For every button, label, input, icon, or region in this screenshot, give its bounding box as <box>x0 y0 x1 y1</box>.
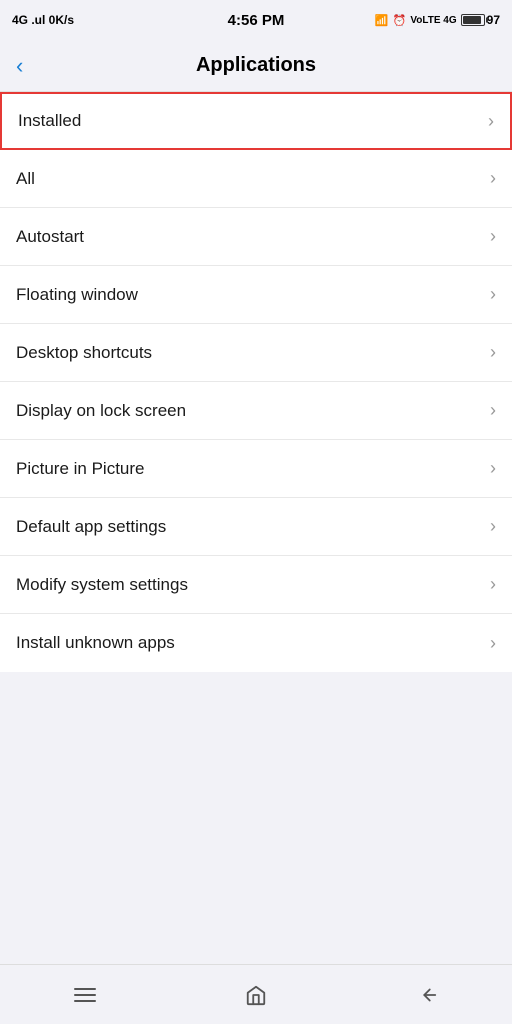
header: ‹ Applications <box>0 40 512 92</box>
signal-4g-icon: VoLTE 4G <box>410 15 456 26</box>
battery-fill <box>463 16 481 24</box>
chevron-right-icon: › <box>490 342 496 363</box>
menu-item-install-unknown-apps[interactable]: Install unknown apps › <box>0 614 512 672</box>
battery-pct: 97 <box>487 13 500 27</box>
menu-item-all[interactable]: All › <box>0 150 512 208</box>
alarm-icon: ⏰ <box>393 14 407 27</box>
status-left: 4G .ul 0K/s <box>12 13 74 27</box>
status-bar: 4G .ul 0K/s 4:56 PM 📶 ⏰ VoLTE 4G 97 <box>0 0 512 40</box>
nav-back-button[interactable] <box>397 975 457 1015</box>
menu-item-label: Modify system settings <box>16 575 188 595</box>
signal-text: 4G .ul 0K/s <box>12 13 74 27</box>
hamburger-icon <box>74 988 96 1002</box>
chevron-right-icon: › <box>490 516 496 537</box>
bluetooth-icon: 📶 <box>375 14 389 27</box>
chevron-right-icon: › <box>490 284 496 305</box>
battery-indicator: 97 <box>461 13 500 27</box>
nav-back-icon <box>416 984 438 1006</box>
menu-item-modify-system-settings[interactable]: Modify system settings › <box>0 556 512 614</box>
chevron-right-icon: › <box>490 226 496 247</box>
chevron-right-icon: › <box>490 574 496 595</box>
menu-item-label: All <box>16 169 35 189</box>
menu-item-label: Floating window <box>16 285 138 305</box>
nav-home-button[interactable] <box>226 975 286 1015</box>
menu-item-label: Install unknown apps <box>16 633 175 653</box>
menu-item-label: Picture in Picture <box>16 459 145 479</box>
menu-item-label: Installed <box>18 111 81 131</box>
menu-item-label: Autostart <box>16 227 84 247</box>
status-right: 📶 ⏰ VoLTE 4G 97 <box>375 13 500 27</box>
status-time: 4:56 PM <box>228 12 285 29</box>
menu-item-default-app-settings[interactable]: Default app settings › <box>0 498 512 556</box>
menu-item-label: Default app settings <box>16 517 166 537</box>
menu-item-display-lock-screen[interactable]: Display on lock screen › <box>0 382 512 440</box>
bottom-nav <box>0 964 512 1024</box>
chevron-right-icon: › <box>490 458 496 479</box>
menu-item-autostart[interactable]: Autostart › <box>0 208 512 266</box>
menu-item-installed[interactable]: Installed › <box>0 92 512 150</box>
page-title: Applications <box>196 54 316 77</box>
chevron-right-icon: › <box>490 633 496 654</box>
chevron-right-icon: › <box>490 168 496 189</box>
battery-icon <box>461 14 485 26</box>
home-icon <box>245 984 267 1006</box>
back-button[interactable]: ‹ <box>16 53 23 79</box>
menu-item-picture-in-picture[interactable]: Picture in Picture › <box>0 440 512 498</box>
nav-menu-button[interactable] <box>55 975 115 1015</box>
menu-item-desktop-shortcuts[interactable]: Desktop shortcuts › <box>0 324 512 382</box>
menu-item-label: Desktop shortcuts <box>16 343 152 363</box>
menu-item-floating-window[interactable]: Floating window › <box>0 266 512 324</box>
chevron-right-icon: › <box>490 400 496 421</box>
chevron-right-icon: › <box>488 111 494 132</box>
menu-item-label: Display on lock screen <box>16 401 186 421</box>
menu-list: Installed › All › Autostart › Floating w… <box>0 92 512 964</box>
